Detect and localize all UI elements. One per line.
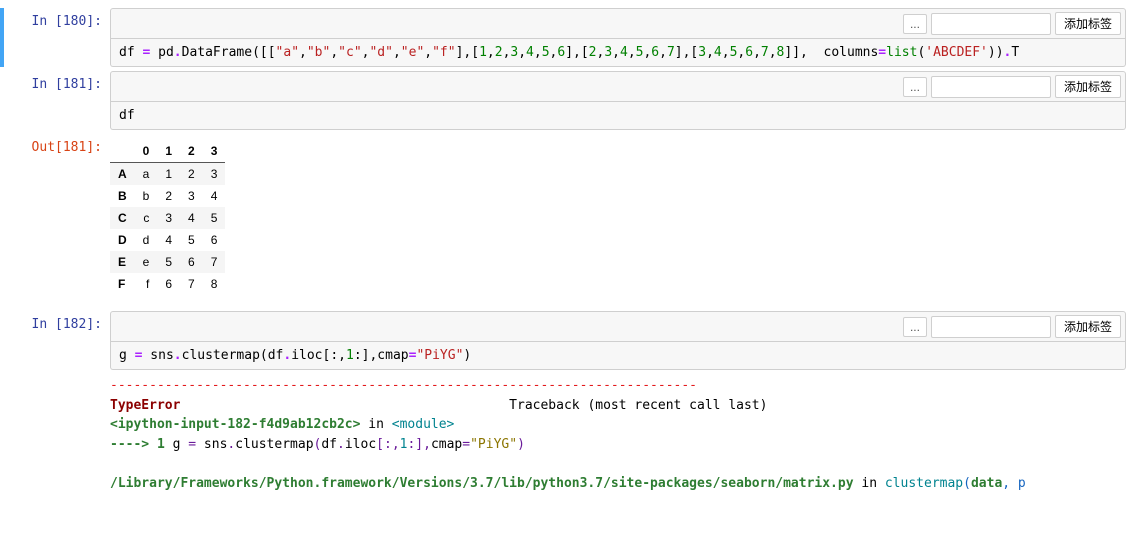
ellipsis-button[interactable]: ... <box>903 14 927 34</box>
add-tag-button[interactable]: 添加标签 <box>1055 75 1121 98</box>
row-index: B <box>110 185 135 207</box>
input-prompt: In [182]: <box>0 311 110 493</box>
column-header: 0 <box>135 140 158 163</box>
table-cell: 4 <box>157 229 180 251</box>
add-tag-button[interactable]: 添加标签 <box>1055 12 1121 35</box>
table-cell: 6 <box>180 251 203 273</box>
prompt-label: In [180]: <box>32 14 102 29</box>
output-body: 0123Aa123Bb234Cc345Dd456Ee567Ff678 <box>110 134 1138 307</box>
output-prompt: Out[181]: <box>0 134 110 307</box>
table-cell: 8 <box>203 273 226 295</box>
table-cell: f <box>135 273 158 295</box>
table-cell: d <box>135 229 158 251</box>
add-tag-button[interactable]: 添加标签 <box>1055 315 1121 338</box>
table-cell: b <box>135 185 158 207</box>
tag-input[interactable] <box>931 13 1051 35</box>
row-index: E <box>110 251 135 273</box>
table-cell: 6 <box>203 229 226 251</box>
input-prompt: In [181]: <box>0 71 110 130</box>
table-cell: 4 <box>203 185 226 207</box>
code-cell: In [180]: ... 添加标签 df = pd.DataFrame([["… <box>0 8 1138 67</box>
row-index: D <box>110 229 135 251</box>
code-cell: In [182]: ... 添加标签 g = sns.clustermap(df… <box>0 311 1138 493</box>
cell-toolbar: ... 添加标签 <box>110 311 1126 342</box>
prompt-label: In [181]: <box>32 77 102 92</box>
cell-body: ... 添加标签 df = pd.DataFrame([["a","b","c"… <box>110 8 1138 67</box>
table-cell: 2 <box>157 185 180 207</box>
table-row: Ee567 <box>110 251 225 273</box>
output-cell: Out[181]: 0123Aa123Bb234Cc345Dd456Ee567F… <box>0 134 1138 307</box>
cell-body: ... 添加标签 df <box>110 71 1138 130</box>
table-cell: 3 <box>203 163 226 186</box>
row-index: F <box>110 273 135 295</box>
table-row: Cc345 <box>110 207 225 229</box>
code-input[interactable]: df = pd.DataFrame([["a","b","c","d","e",… <box>110 39 1126 67</box>
table-cell: 7 <box>203 251 226 273</box>
table-cell: 5 <box>203 207 226 229</box>
table-row: Bb234 <box>110 185 225 207</box>
table-cell: c <box>135 207 158 229</box>
cell-toolbar: ... 添加标签 <box>110 8 1126 39</box>
code-cell: In [181]: ... 添加标签 df <box>0 71 1138 130</box>
cell-body: ... 添加标签 g = sns.clustermap(df.iloc[:,1:… <box>110 311 1138 493</box>
table-row: Dd456 <box>110 229 225 251</box>
table-cell: 7 <box>180 273 203 295</box>
table-cell: 1 <box>157 163 180 186</box>
table-row: Ff678 <box>110 273 225 295</box>
prompt-label: Out[181]: <box>32 140 102 155</box>
column-header: 3 <box>203 140 226 163</box>
ellipsis-button[interactable]: ... <box>903 317 927 337</box>
ellipsis-button[interactable]: ... <box>903 77 927 97</box>
table-cell: 6 <box>157 273 180 295</box>
table-cell: 4 <box>180 207 203 229</box>
code-input[interactable]: df <box>110 102 1126 130</box>
dataframe-table: 0123Aa123Bb234Cc345Dd456Ee567Ff678 <box>110 140 225 295</box>
input-prompt: In [180]: <box>0 8 110 67</box>
traceback-output: ----------------------------------------… <box>110 370 1126 493</box>
table-row: Aa123 <box>110 163 225 186</box>
table-cell: 2 <box>180 163 203 186</box>
prompt-label: In [182]: <box>32 317 102 332</box>
table-cell: e <box>135 251 158 273</box>
row-index: C <box>110 207 135 229</box>
tag-input[interactable] <box>931 316 1051 338</box>
column-header: 1 <box>157 140 180 163</box>
table-cell: 3 <box>180 185 203 207</box>
code-input[interactable]: g = sns.clustermap(df.iloc[:,1:],cmap="P… <box>110 342 1126 370</box>
tag-input[interactable] <box>931 76 1051 98</box>
table-cell: 5 <box>157 251 180 273</box>
cell-toolbar: ... 添加标签 <box>110 71 1126 102</box>
table-cell: 3 <box>157 207 180 229</box>
dataframe-output: 0123Aa123Bb234Cc345Dd456Ee567Ff678 <box>110 134 1126 307</box>
table-cell: 5 <box>180 229 203 251</box>
row-index: A <box>110 163 135 186</box>
column-header: 2 <box>180 140 203 163</box>
table-cell: a <box>135 163 158 186</box>
